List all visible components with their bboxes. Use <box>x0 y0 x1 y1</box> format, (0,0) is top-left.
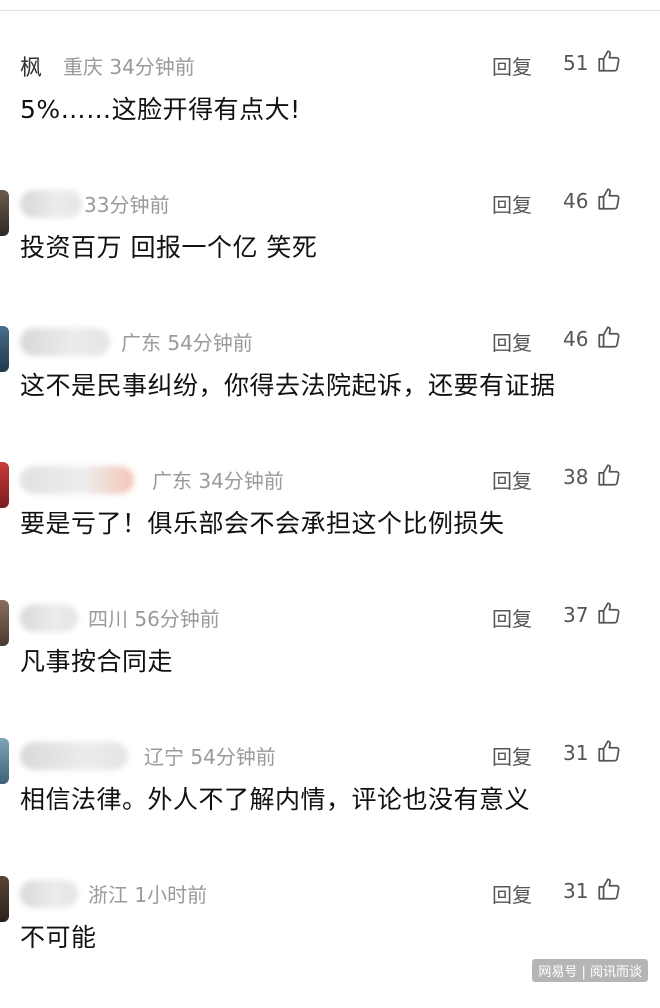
top-divider <box>0 10 660 11</box>
thumbs-up-icon[interactable] <box>596 600 622 626</box>
comment-meta: 辽宁 54分钟前 回复 31 <box>0 732 660 776</box>
like-count: 37 <box>563 603 589 627</box>
comment-item: 枫 重庆 34分钟前 回复 51 5%……这脸开得有点大! <box>0 42 660 180</box>
like-count: 46 <box>563 189 589 213</box>
reply-button[interactable]: 回复 <box>492 51 532 80</box>
comment-item: 四川 56分钟前 回复 37 凡事按合同走 <box>0 594 660 732</box>
comment-meta: 广东 34分钟前 回复 38 <box>0 456 660 500</box>
like-count: 51 <box>563 51 589 75</box>
comment-text: 5%……这脸开得有点大! <box>20 95 301 124</box>
comment-item: 33分钟前 回复 46 投资百万 回报一个亿 笑死 <box>0 180 660 318</box>
comment-meta: 四川 56分钟前 回复 37 <box>0 594 660 638</box>
reply-button[interactable]: 回复 <box>492 603 532 632</box>
location-time: 重庆 34分钟前 <box>63 55 195 79</box>
comment-meta: 枫 重庆 34分钟前 回复 51 <box>0 42 660 86</box>
user-name-blur <box>20 190 82 218</box>
user-name[interactable]: 枫 <box>20 50 42 82</box>
comment-item: 广东 34分钟前 回复 38 要是亏了！俱乐部会不会承担这个比例损失 <box>0 456 660 594</box>
comment-text: 相信法律。外人不了解内情，评论也没有意义 <box>20 785 531 814</box>
location-time: 广东 34分钟前 <box>152 469 284 493</box>
like-count: 31 <box>563 741 589 765</box>
thumbs-up-icon[interactable] <box>596 738 622 764</box>
comment-item: 广东 54分钟前 回复 46 这不是民事纠纷，你得去法院起诉，还要有证据 <box>0 318 660 456</box>
watermark: 网易号 | 阅讯而谈 <box>532 959 648 982</box>
user-name-blur <box>20 466 134 494</box>
location-time: 广东 54分钟前 <box>121 331 253 355</box>
user-name-blur <box>20 604 78 632</box>
comment-meta: 广东 54分钟前 回复 46 <box>0 318 660 362</box>
thumbs-up-icon[interactable] <box>596 324 622 350</box>
thumbs-up-icon[interactable] <box>596 48 622 74</box>
comment-meta: 浙江 1小时前 回复 31 <box>0 870 660 914</box>
user-name-blur <box>20 742 128 770</box>
location-time: 四川 56分钟前 <box>88 607 220 631</box>
reply-button[interactable]: 回复 <box>492 189 532 218</box>
reply-button[interactable]: 回复 <box>492 327 532 356</box>
thumbs-up-icon[interactable] <box>596 462 622 488</box>
like-count: 38 <box>563 465 589 489</box>
reply-button[interactable]: 回复 <box>492 879 532 908</box>
comment-text: 凡事按合同走 <box>20 647 174 676</box>
location-time: 浙江 1小时前 <box>88 883 208 907</box>
like-count: 46 <box>563 327 589 351</box>
user-name-blur <box>20 328 110 356</box>
comment-text: 投资百万 回报一个亿 笑死 <box>20 233 318 262</box>
comment-text: 不可能 <box>20 923 97 952</box>
comment-meta: 33分钟前 回复 46 <box>0 180 660 224</box>
comment-item: 浙江 1小时前 回复 31 不可能 <box>0 870 660 1008</box>
thumbs-up-icon[interactable] <box>596 876 622 902</box>
reply-button[interactable]: 回复 <box>492 465 532 494</box>
reply-button[interactable]: 回复 <box>492 741 532 770</box>
thumbs-up-icon[interactable] <box>596 186 622 212</box>
comment-text: 要是亏了！俱乐部会不会承担这个比例损失 <box>20 509 505 538</box>
location-time: 辽宁 54分钟前 <box>144 745 276 769</box>
like-count: 31 <box>563 879 589 903</box>
user-name-blur <box>20 880 78 908</box>
location-time: 33分钟前 <box>84 193 170 217</box>
comment-item: 辽宁 54分钟前 回复 31 相信法律。外人不了解内情，评论也没有意义 <box>0 732 660 870</box>
comment-text: 这不是民事纠纷，你得去法院起诉，还要有证据 <box>20 371 556 400</box>
